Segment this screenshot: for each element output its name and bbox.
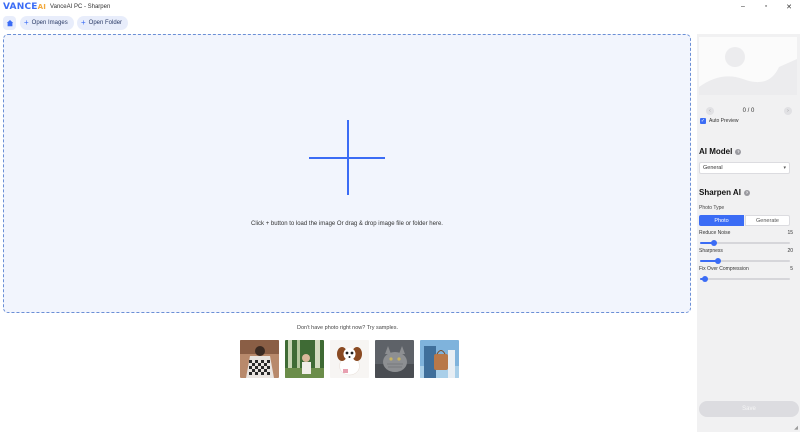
fix-over-compression-slider[interactable]: [700, 276, 790, 282]
slider-handle[interactable]: [715, 258, 721, 264]
fix-over-compression-label-row: Fix Over Compression 5: [699, 266, 793, 272]
reduce-noise-slider[interactable]: [700, 240, 790, 246]
reduce-noise-label-row: Reduce Noise 15: [699, 230, 793, 236]
title-bar: VANCEAI VanceAI PC - Sharpen – ▫ ✕: [0, 0, 800, 13]
open-folder-label: Open Folder: [88, 20, 123, 26]
auto-preview-label: Auto Preview: [709, 118, 739, 124]
home-button[interactable]: [3, 16, 16, 30]
sample-thumb-woman-checkered[interactable]: [240, 340, 279, 378]
add-image-plus-icon-bar[interactable]: [309, 157, 385, 159]
ai-model-heading: AI Model ?: [699, 147, 742, 156]
plus-icon: +: [81, 18, 86, 27]
photo-type-generate[interactable]: Generate: [745, 215, 790, 226]
sharpen-ai-heading: Sharpen AI ?: [699, 188, 750, 197]
open-folder-button[interactable]: + Open Folder: [77, 16, 129, 30]
open-images-label: Open Images: [31, 20, 68, 26]
reduce-noise-label: Reduce Noise: [699, 230, 731, 236]
image-drop-zone[interactable]: Click + button to load the image Or drag…: [3, 34, 691, 313]
drop-instruction: Click + button to load the image Or drag…: [251, 221, 443, 227]
info-icon[interactable]: ?: [743, 189, 750, 196]
open-images-button[interactable]: + Open Images: [20, 16, 74, 30]
close-button[interactable]: ✕: [784, 3, 794, 11]
chevron-down-icon: ▾: [783, 165, 786, 171]
sharpness-value: 20: [787, 248, 793, 254]
app-logo: VANCEAI: [3, 1, 47, 12]
info-icon[interactable]: ?: [735, 148, 742, 155]
checkbox-icon[interactable]: ✓: [700, 118, 706, 124]
sharpness-label-row: Sharpness 20: [699, 248, 793, 254]
photo-type-label: Photo Type: [699, 205, 725, 211]
fix-over-compression-value: 5: [790, 266, 793, 272]
window-controls: – ▫ ✕: [738, 0, 794, 13]
plus-icon: +: [24, 18, 29, 27]
sample-images: [240, 340, 459, 378]
maximize-button[interactable]: ▫: [761, 3, 771, 10]
sample-thumb-cat[interactable]: [375, 340, 414, 378]
chevron-right-icon: ›: [787, 108, 789, 114]
slider-handle[interactable]: [702, 276, 708, 282]
fix-over-compression-label: Fix Over Compression: [699, 266, 749, 272]
toolbar: + Open Images + Open Folder: [0, 13, 695, 33]
sample-thumb-bag[interactable]: [420, 340, 459, 378]
save-button[interactable]: Save: [699, 401, 799, 417]
next-image-button[interactable]: ›: [784, 107, 792, 115]
home-icon: [6, 19, 13, 27]
slider-handle[interactable]: [711, 240, 717, 246]
ai-model-select[interactable]: General ▾: [699, 162, 790, 174]
photo-type-photo[interactable]: Photo: [699, 215, 744, 226]
auto-preview-toggle[interactable]: ✓ Auto Preview: [700, 118, 738, 124]
sample-thumb-dog[interactable]: [330, 340, 369, 378]
sharpness-label: Sharpness: [699, 248, 723, 254]
preview-placeholder: [699, 37, 797, 95]
samples-label: Don't have photo right now? Try samples.: [296, 325, 399, 331]
reduce-noise-value: 15: [787, 230, 793, 236]
image-placeholder-icon: [699, 37, 797, 95]
resize-grip-icon: ◢: [794, 425, 798, 431]
window-title: VanceAI PC - Sharpen: [50, 3, 111, 10]
sharpness-slider[interactable]: [700, 258, 790, 264]
minimize-button[interactable]: –: [738, 3, 748, 10]
ai-model-value: General: [703, 165, 723, 171]
sample-thumb-woman-forest[interactable]: [285, 340, 324, 378]
settings-panel: ‹ 0 / 0 › ✓ Auto Preview AI Model ? Gene…: [697, 34, 800, 432]
